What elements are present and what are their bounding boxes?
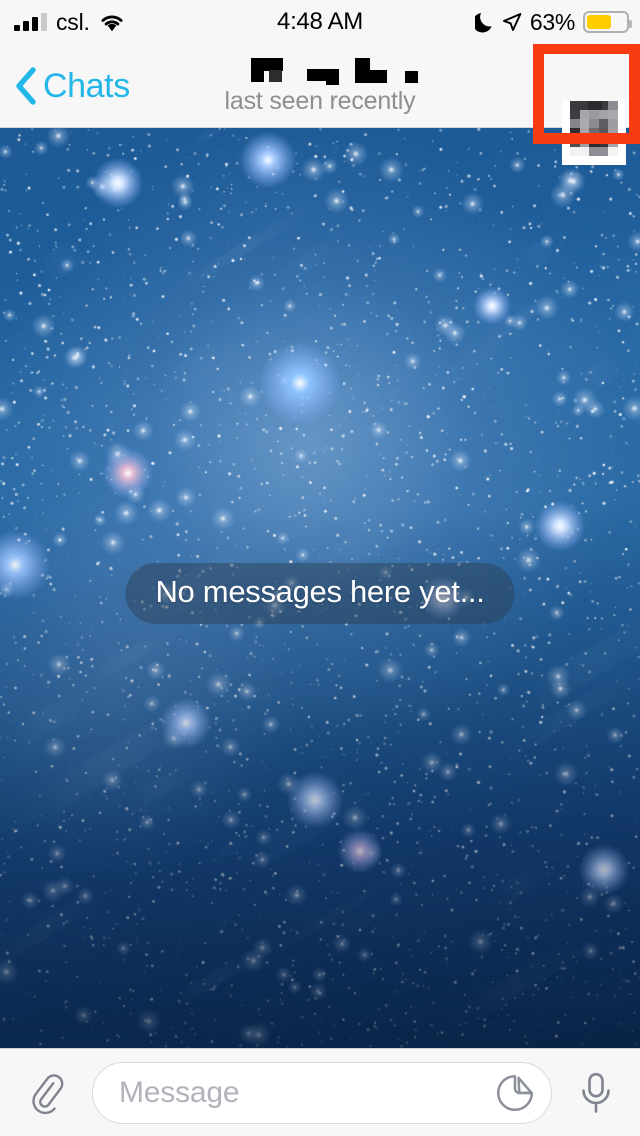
- battery-percent-label: 63%: [529, 8, 575, 35]
- message-placeholder: Message: [119, 1075, 240, 1109]
- clock-label: 4:48 AM: [277, 8, 363, 35]
- microphone-icon: [577, 1071, 615, 1115]
- wifi-icon: [99, 12, 125, 32]
- moon-icon: [474, 11, 494, 33]
- battery-fill: [587, 15, 611, 29]
- battery-icon: [583, 11, 632, 33]
- status-bar: csl. 4:48 AM 63%: [0, 0, 640, 44]
- attach-button[interactable]: [0, 1049, 92, 1136]
- contact-name-redacted: [245, 56, 418, 85]
- location-arrow-icon: [502, 12, 522, 32]
- message-input-field[interactable]: Message: [92, 1061, 552, 1124]
- nav-title-group[interactable]: last seen recently: [170, 44, 470, 128]
- paperclip-icon: [24, 1071, 68, 1115]
- microphone-button[interactable]: [552, 1049, 640, 1136]
- back-button[interactable]: Chats: [14, 44, 130, 128]
- chevron-left-icon: [14, 67, 36, 105]
- status-bar-right: 63%: [474, 0, 632, 44]
- carrier-label: csl.: [56, 8, 90, 35]
- status-bar-left: csl.: [14, 0, 125, 44]
- sticker-icon: [496, 1074, 534, 1112]
- avatar-highlight-box: [533, 43, 640, 144]
- contact-status-label: last seen recently: [224, 87, 416, 115]
- back-button-label: Chats: [43, 66, 130, 105]
- message-input-bar: Message: [0, 1048, 640, 1136]
- telegram-chat-screen: csl. 4:48 AM 63% Chats last seen recentl…: [0, 0, 640, 1136]
- chat-message-area: No messages here yet...: [0, 128, 640, 1048]
- signal-bars-icon: [14, 13, 47, 31]
- empty-state-pill: No messages here yet...: [125, 563, 515, 624]
- sticker-button[interactable]: [493, 1071, 537, 1115]
- empty-state-label: No messages here yet...: [155, 574, 485, 609]
